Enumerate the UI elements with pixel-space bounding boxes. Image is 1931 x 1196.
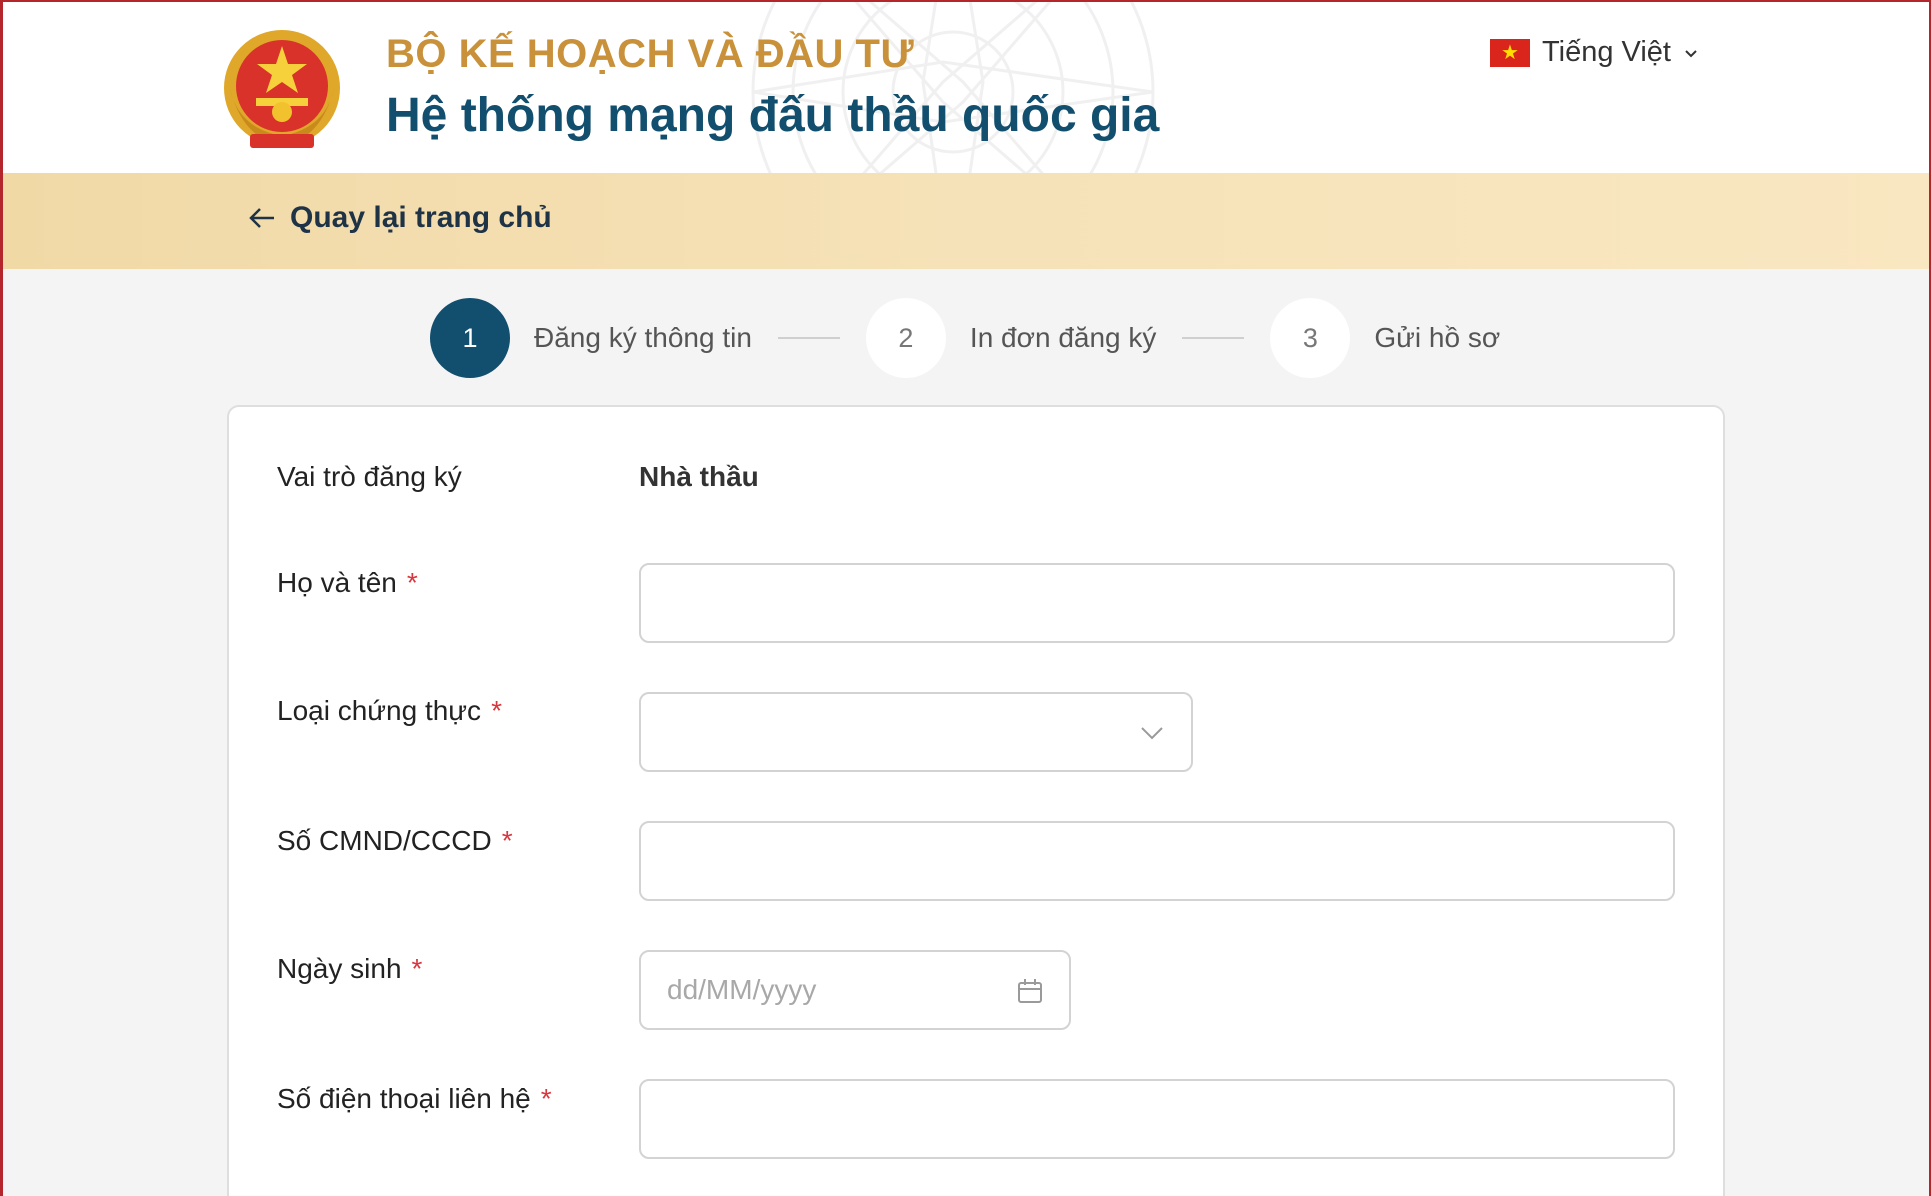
full-name-field[interactable] xyxy=(639,563,1675,643)
step-2-label: In đơn đăng ký xyxy=(969,322,1157,353)
system-title: Hệ thống mạng đấu thầu quốc gia xyxy=(386,89,1160,142)
step-connector xyxy=(777,337,840,339)
required-mark: * xyxy=(491,695,502,726)
required-mark: * xyxy=(411,953,423,984)
cert-type-label: Loại chứng thực * xyxy=(277,695,502,726)
id-number-input[interactable] xyxy=(641,823,1673,899)
birth-date-field[interactable] xyxy=(639,950,1071,1030)
birth-date-input[interactable] xyxy=(641,952,1069,1028)
phone-label: Số điện thoại liên hệ * xyxy=(277,1083,552,1114)
page-frame: BỘ KẾ HOẠCH VÀ ĐẦU TƯ Hệ thống mạng đấu … xyxy=(0,0,1931,1196)
id-number-label: Số CMND/CCCD * xyxy=(277,825,513,856)
required-mark: * xyxy=(501,825,513,856)
registration-form-card: Vai trò đăng ký Nhà thầu Họ và tên * Loại… xyxy=(227,405,1725,1196)
language-label: Tiếng Việt xyxy=(1542,36,1671,68)
site-header: BỘ KẾ HOẠCH VÀ ĐẦU TƯ Hệ thống mạng đấu … xyxy=(3,2,1929,173)
required-mark: * xyxy=(406,567,418,598)
id-number-field[interactable] xyxy=(639,821,1675,901)
role-label: Vai trò đăng ký xyxy=(277,461,462,492)
ministry-name: BỘ KẾ HOẠCH VÀ ĐẦU TƯ xyxy=(386,32,915,76)
full-name-input[interactable] xyxy=(641,565,1673,641)
full-name-label: Họ và tên * xyxy=(277,567,418,598)
arrow-left-icon xyxy=(249,208,274,228)
back-label: Quay lại trang chủ xyxy=(290,201,552,234)
registration-stepper: 1 Đăng ký thông tin 2 In đơn đăng ký 3 G… xyxy=(430,298,1500,378)
chevron-down-icon xyxy=(1685,49,1697,57)
national-emblem-logo xyxy=(224,30,340,148)
phone-input[interactable] xyxy=(641,1081,1673,1157)
birth-date-label: Ngày sinh * xyxy=(277,953,423,984)
step-connector xyxy=(1182,337,1245,339)
step-3-circle: 3 xyxy=(1270,298,1351,378)
back-bar: Quay lại trang chủ xyxy=(3,173,1929,269)
language-selector[interactable]: ★ Tiếng Việt xyxy=(1490,36,1699,69)
required-mark: * xyxy=(540,1083,552,1114)
step-3-label: Gửi hồ sơ xyxy=(1374,322,1501,353)
chevron-down-icon xyxy=(1141,727,1163,740)
step-1-circle: 1 xyxy=(430,298,510,378)
role-value: Nhà thầu xyxy=(639,461,759,492)
step-2-circle: 2 xyxy=(865,298,946,378)
calendar-icon[interactable] xyxy=(1015,976,1045,1006)
step-1-label: Đăng ký thông tin xyxy=(534,322,752,353)
cert-type-select[interactable] xyxy=(639,692,1193,772)
phone-field[interactable] xyxy=(639,1079,1675,1159)
back-to-home-link[interactable]: Quay lại trang chủ xyxy=(248,201,552,235)
vietnam-flag-icon: ★ xyxy=(1490,38,1530,67)
